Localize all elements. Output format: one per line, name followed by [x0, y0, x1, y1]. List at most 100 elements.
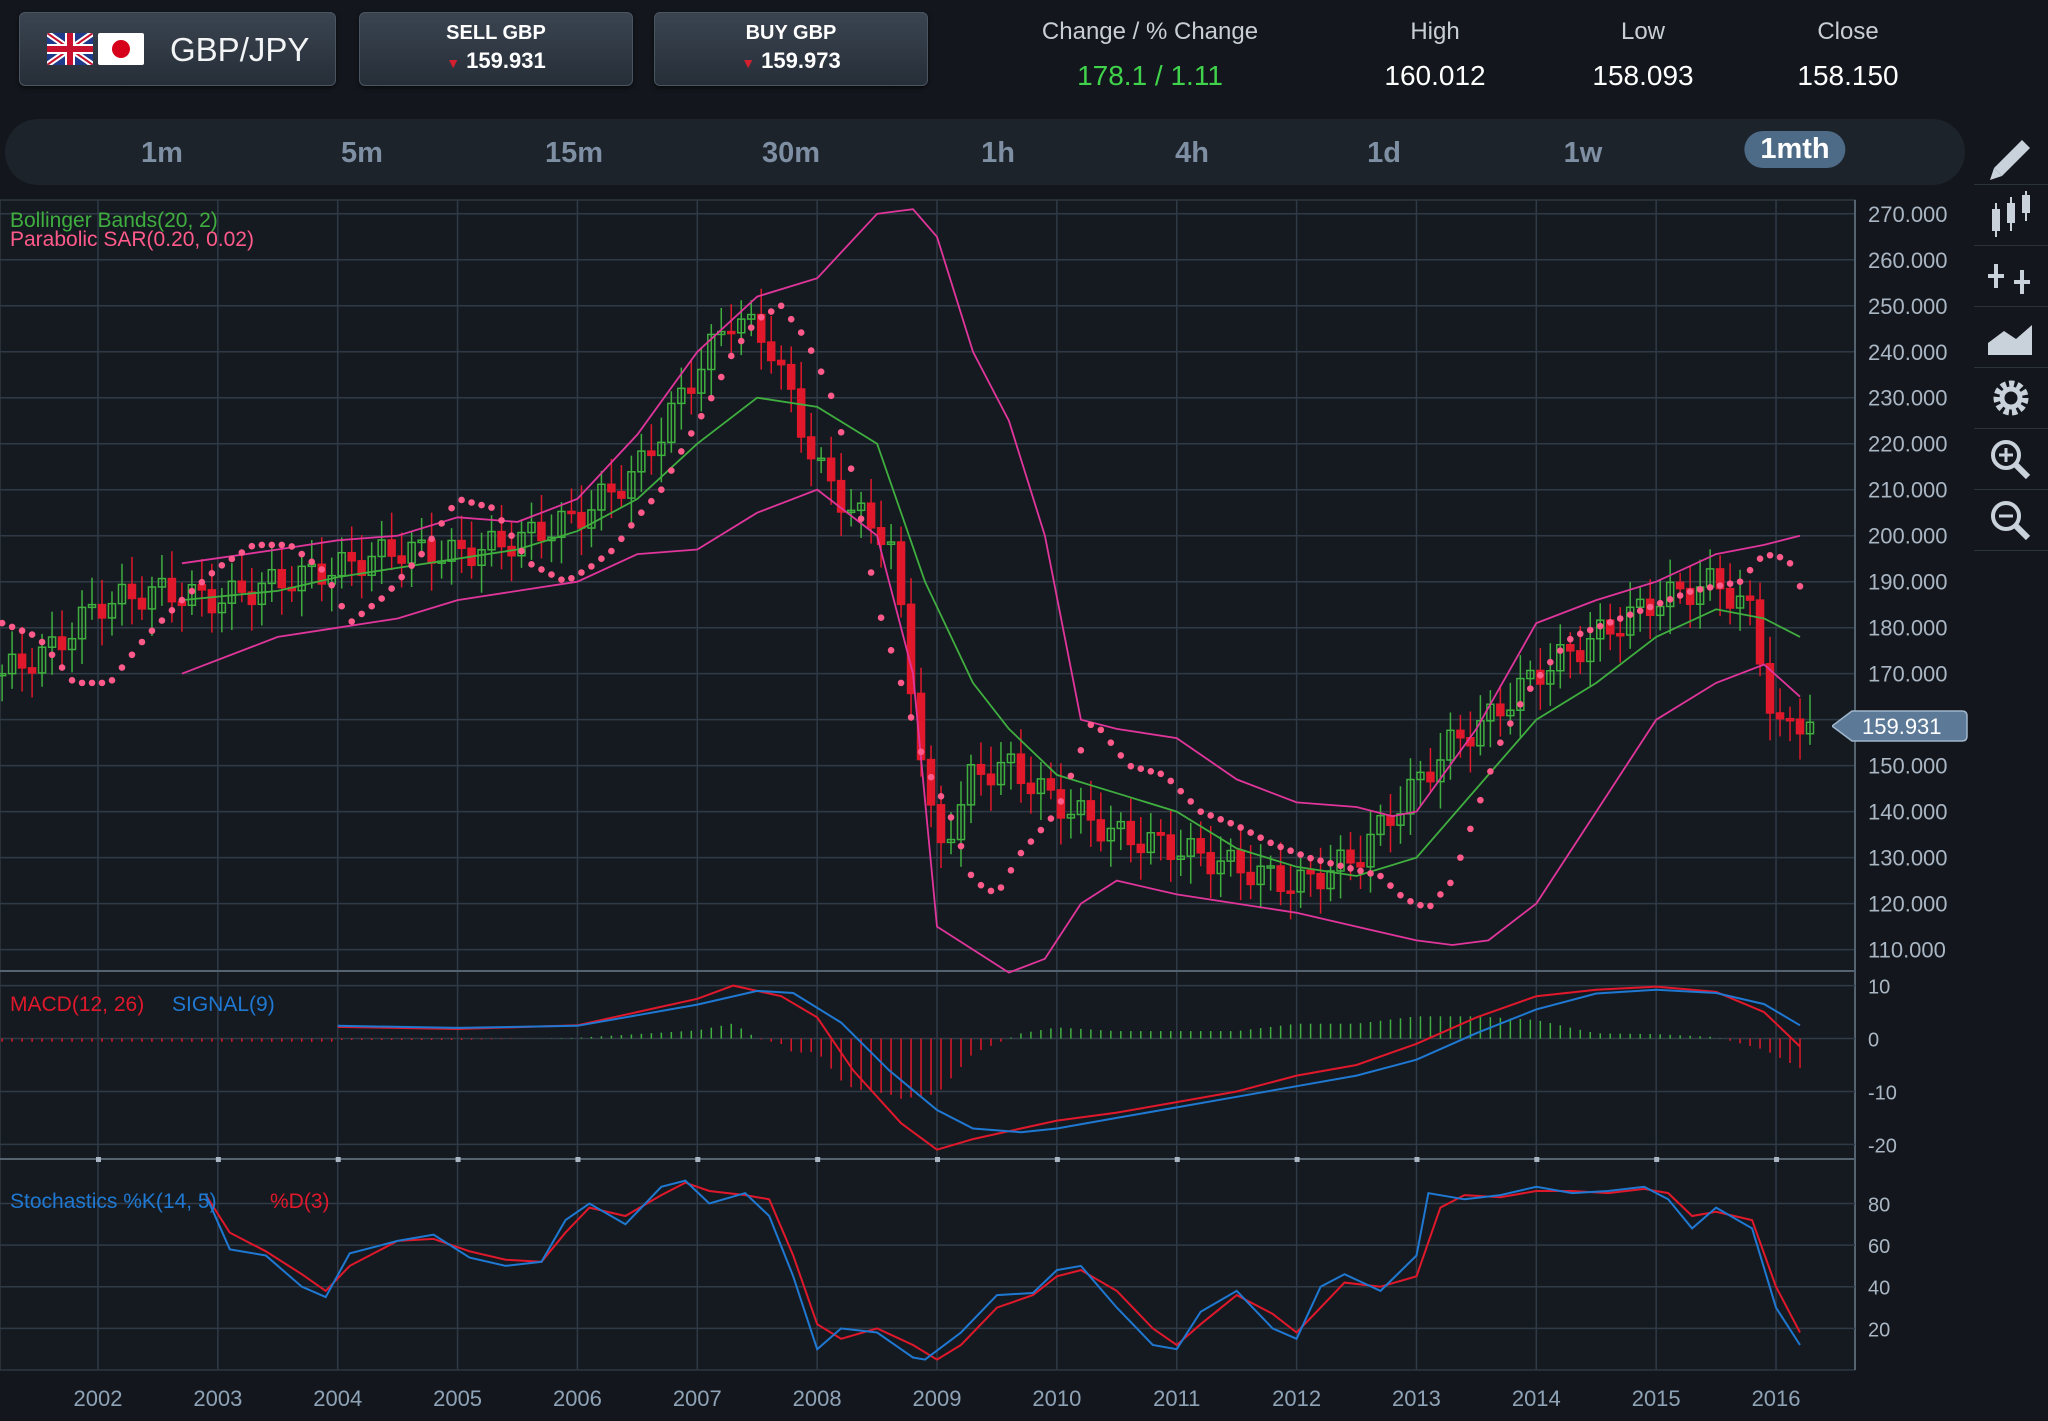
sar-dot	[438, 520, 445, 527]
top-bar: GBP/JPY SELL GBP ▼ 159.931 BUY GBP ▼ 159.9…	[0, 0, 2048, 110]
tab-30m[interactable]: 30m	[762, 137, 820, 170]
sar-dot	[807, 347, 815, 354]
tab-4h[interactable]: 4h	[1175, 137, 1209, 170]
tab-15m[interactable]: 15m	[545, 137, 603, 170]
tab-1w[interactable]: 1w	[1564, 137, 1603, 170]
candle-body	[1426, 771, 1435, 783]
sell-button[interactable]: SELL GBP ▼ 159.931	[359, 12, 633, 86]
price-tick-label: 130.000	[1868, 846, 1948, 871]
stoch-k-legend: Stochastics %K(14, 5)	[10, 1190, 217, 1213]
x-tick-label: 2007	[673, 1386, 722, 1411]
tab-1m[interactable]: 1m	[141, 137, 183, 170]
sar-dot	[907, 714, 915, 721]
sar-dot	[388, 585, 395, 592]
candle-body	[1675, 581, 1685, 590]
x-tick-label: 2009	[913, 1386, 962, 1411]
sar-dot	[248, 542, 256, 550]
sar-dot	[458, 496, 465, 504]
sar-dot	[927, 773, 935, 781]
sar-dot	[1736, 578, 1744, 586]
currency-pair-selector[interactable]: GBP/JPY	[19, 12, 336, 86]
sar-dot	[1137, 765, 1145, 773]
buy-button[interactable]: BUY GBP ▼ 159.973	[654, 12, 928, 86]
candle-body	[427, 539, 436, 564]
sar-dot	[358, 610, 365, 618]
sar-dot	[787, 315, 795, 323]
sar-dot	[58, 664, 66, 671]
candle-body	[1775, 712, 1785, 720]
sar-dot	[1257, 834, 1264, 842]
tab-1h[interactable]: 1h	[981, 137, 1015, 170]
sar-dot	[228, 555, 236, 563]
sar-dot	[158, 617, 166, 624]
gear-icon[interactable]	[1974, 368, 2048, 429]
candle-body	[127, 583, 137, 600]
candle-body	[537, 521, 546, 542]
candle-body	[1286, 890, 1295, 894]
sar-dot	[128, 651, 136, 659]
sar-dot	[1357, 867, 1364, 875]
sar-dot	[1237, 824, 1244, 831]
sar-dot	[757, 313, 765, 321]
sar-dot	[1187, 798, 1195, 805]
tab-5m[interactable]: 5m	[341, 137, 383, 170]
sar-dot	[1007, 866, 1015, 874]
candle-body	[1026, 782, 1036, 795]
candle-body	[1785, 717, 1795, 722]
separator-marker	[1294, 1157, 1300, 1162]
sar-dot	[1686, 588, 1694, 595]
price-tick-label: 200.000	[1868, 524, 1948, 549]
zoom-in-icon[interactable]	[1974, 429, 2048, 490]
sar-dot	[548, 571, 555, 578]
candle-body	[647, 450, 656, 457]
sar-dot	[1077, 747, 1085, 754]
candle-body	[776, 359, 786, 366]
sar-dot	[688, 430, 695, 437]
sar-dot	[1746, 566, 1754, 574]
candle-body	[567, 510, 576, 515]
candlestick-icon[interactable]	[1974, 185, 2048, 246]
sar-dot	[1327, 859, 1334, 867]
pencil-icon[interactable]	[1974, 124, 2048, 185]
sar-dot	[1347, 865, 1354, 872]
candle-body	[1126, 820, 1136, 846]
down-arrow-icon: ▼	[446, 55, 461, 71]
sar-dot	[707, 394, 715, 402]
sar-dot	[937, 793, 945, 800]
sar-dot	[1227, 819, 1234, 827]
tab-1d[interactable]: 1d	[1367, 137, 1401, 170]
sar-dot	[148, 627, 156, 635]
separator-marker	[1774, 1157, 1780, 1162]
x-tick-label: 2002	[74, 1386, 123, 1411]
zoom-out-icon[interactable]	[1974, 490, 2048, 551]
price-chart[interactable]: 2002 2003 2004 2005 2006 2007 2008 2009 2010 2011…	[0, 190, 1972, 1421]
candle-body	[387, 539, 396, 557]
sar-dot	[218, 562, 226, 569]
sar-dot	[398, 573, 405, 581]
sar-dot	[1107, 739, 1115, 746]
sar-dot	[697, 412, 705, 420]
macd-tick-label: 10	[1868, 977, 1890, 999]
candle-body	[277, 568, 287, 589]
candle-body	[1745, 595, 1755, 601]
sar-dot	[827, 392, 835, 400]
sar-dot	[488, 504, 495, 511]
sar-dot	[298, 550, 306, 558]
sar-dot	[917, 748, 925, 756]
sar-dot	[717, 373, 725, 381]
tab-1mth[interactable]: 1mth	[1744, 131, 1846, 168]
candle-body	[347, 551, 356, 562]
area-chart-icon[interactable]	[1974, 307, 2048, 368]
crosshair-icon[interactable]	[1974, 246, 2048, 307]
stoch-tick-label: 80	[1868, 1194, 1890, 1216]
sar-dot	[1756, 555, 1764, 563]
sar-dot	[1606, 619, 1614, 626]
sar-dot	[1417, 901, 1424, 909]
sar-dot	[588, 563, 595, 570]
macd-legend: MACD(12, 26)	[10, 993, 144, 1016]
sar-dot	[1377, 872, 1384, 880]
sar-dot	[178, 596, 186, 604]
sar-dot	[1317, 857, 1324, 864]
sar-dot	[288, 543, 296, 550]
candle-body	[607, 483, 616, 493]
